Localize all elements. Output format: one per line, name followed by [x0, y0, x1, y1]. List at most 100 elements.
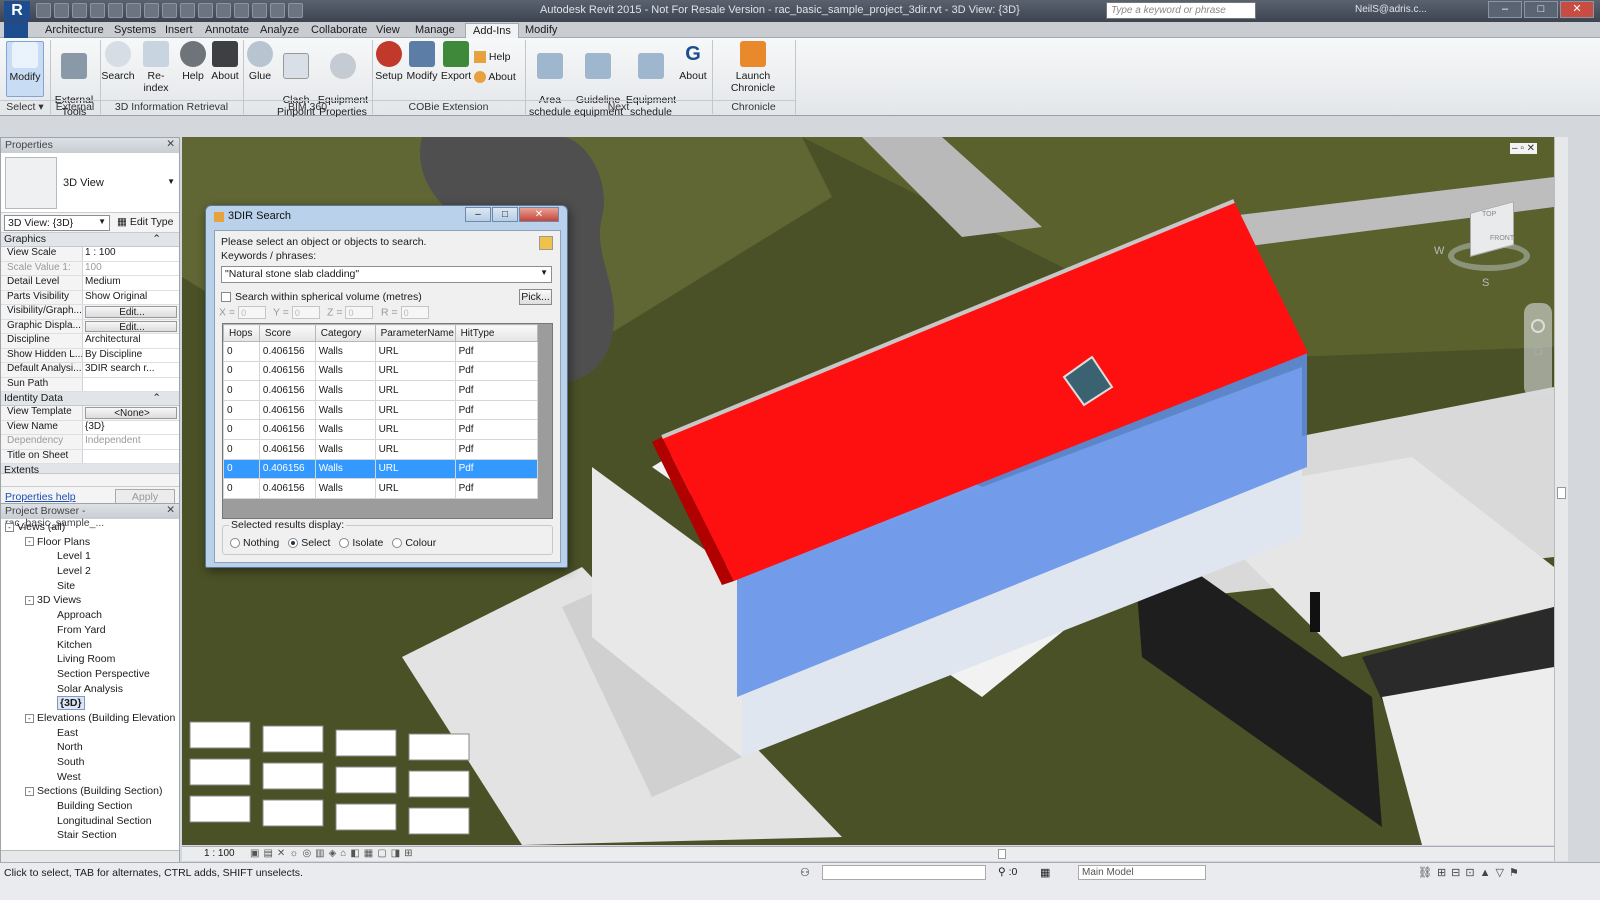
application-menu-button[interactable]	[4, 22, 28, 38]
column-header[interactable]: HitType	[454, 324, 539, 342]
keywords-combobox[interactable]: "Natural stone slab cladding" ▼	[221, 266, 552, 283]
modify-button[interactable]: Modify	[6, 41, 44, 97]
property-value[interactable]	[83, 377, 179, 391]
tree-item[interactable]: Section Perspective	[1, 668, 179, 683]
x-field[interactable]: X =	[219, 306, 267, 319]
minimize-button[interactable]: –	[1488, 1, 1522, 18]
collapse-icon[interactable]: -	[25, 596, 34, 606]
workset-dropdown[interactable]	[822, 865, 986, 880]
property-row[interactable]: View Scale 1 : 100	[1, 247, 179, 262]
cobie-modify-button[interactable]: Modify	[405, 41, 439, 82]
select-group-label[interactable]: Select ▾	[0, 100, 50, 114]
selection-filter-icons[interactable]: ⛓⊞⊟⊡▲▽⚑	[1418, 866, 1524, 879]
user-account[interactable]: NeilS@adris.c...	[1355, 4, 1427, 15]
display-option-select[interactable]: Select	[288, 537, 330, 549]
type-selector[interactable]: 3D View ▼	[1, 153, 179, 213]
display-option-colour[interactable]: Colour	[392, 537, 436, 549]
collapse-icon[interactable]: -	[25, 537, 34, 547]
extents-group[interactable]: Extents	[1, 464, 179, 474]
property-edit-button[interactable]: Edit...	[85, 320, 177, 332]
close-icon[interactable]: ✕	[166, 138, 175, 150]
tree-item[interactable]: - Views (all)	[1, 521, 179, 536]
section-icon[interactable]	[234, 3, 249, 18]
tab-architecture[interactable]: Architecture	[38, 23, 111, 38]
redo-icon[interactable]	[108, 3, 123, 18]
column-header[interactable]: Hops	[223, 324, 260, 342]
launch-chronicle-button[interactable]: Launch Chronicle	[714, 41, 792, 94]
table-row[interactable]: 0 0.406156 Walls URL Pdf	[223, 360, 539, 382]
collapse-icon[interactable]: -	[25, 713, 34, 723]
close-button[interactable]: ✕	[1560, 1, 1594, 18]
property-row[interactable]: Scale Value 1: 100	[1, 261, 179, 276]
pick-button[interactable]: Pick...	[519, 289, 552, 305]
r-field[interactable]: R =	[381, 306, 429, 319]
editable-only-indicator[interactable]: ⚲ :0	[998, 866, 1017, 878]
tree-item[interactable]: -3D Views	[1, 594, 179, 609]
open-icon[interactable]	[36, 3, 51, 18]
dimension-icon[interactable]	[162, 3, 177, 18]
dialog-maximize-button[interactable]: □	[492, 207, 518, 222]
tree-item[interactable]: Site	[1, 580, 179, 595]
property-value[interactable]: Independent	[83, 435, 179, 449]
tree-item[interactable]: Approach	[1, 609, 179, 624]
close-icon[interactable]: ✕	[166, 504, 175, 516]
property-value[interactable]	[83, 449, 179, 463]
tab-insert[interactable]: Insert	[158, 23, 200, 38]
sync-icon[interactable]	[72, 3, 87, 18]
property-row[interactable]: Default Analysi... 3DIR search r...	[1, 363, 179, 378]
property-row[interactable]: View Name {3D}	[1, 420, 179, 435]
tab-collaborate[interactable]: Collaborate	[304, 23, 374, 38]
help-search-input[interactable]: Type a keyword or phrase	[1106, 2, 1256, 19]
tab-analyze[interactable]: Analyze	[253, 23, 306, 38]
property-row[interactable]: Graphic Displa... Edit...	[1, 319, 179, 334]
tree-item[interactable]: From Yard	[1, 624, 179, 639]
property-value[interactable]: By Discipline	[83, 348, 179, 362]
cobie-help-button[interactable]: Help	[474, 51, 520, 64]
measure-icon[interactable]	[144, 3, 159, 18]
viewcube-w-label[interactable]: W	[1434, 245, 1444, 257]
tree-item[interactable]: - Floor Plans	[1, 536, 179, 551]
close-hidden-icon[interactable]	[270, 3, 285, 18]
table-row[interactable]: 0 0.406156 Walls URL Pdf	[223, 341, 539, 362]
tab-manage[interactable]: Manage	[408, 23, 462, 38]
tree-item[interactable]: Building Section	[1, 800, 179, 815]
property-row[interactable]: Title on Sheet	[1, 449, 179, 464]
tree-item[interactable]: Solar Analysis	[1, 683, 179, 698]
maximize-button[interactable]: □	[1524, 1, 1558, 18]
design-options-icon[interactable]: ▦	[1040, 866, 1050, 879]
tree-item[interactable]: - Sections (Building Section)	[1, 785, 179, 800]
horizontal-scrollbar[interactable]	[1, 850, 179, 862]
property-value[interactable]: {3D}	[83, 420, 179, 434]
undo-icon[interactable]	[90, 3, 105, 18]
export-button[interactable]: Export	[440, 41, 472, 82]
property-row[interactable]: Parts Visibility Show Original	[1, 290, 179, 305]
view-cube[interactable]: TOP FRONT W S	[1432, 201, 1542, 297]
property-value[interactable]: 1 : 100	[83, 247, 179, 261]
cobie-about-button[interactable]: About	[474, 71, 520, 84]
view-selector-dropdown[interactable]: 3D View: {3D} ▼	[4, 215, 110, 231]
properties-help-link[interactable]: Properties help	[5, 491, 76, 503]
tab-modify[interactable]: Modify	[518, 23, 564, 38]
print-icon[interactable]	[126, 3, 141, 18]
dialog-minimize-button[interactable]: –	[465, 207, 491, 222]
tab-view[interactable]: View	[369, 23, 407, 38]
property-row[interactable]: Detail Level Medium	[1, 276, 179, 291]
y-field[interactable]: Y =	[273, 306, 320, 319]
tree-item[interactable]: West	[1, 771, 179, 786]
tab-add-ins[interactable]: Add-Ins	[465, 23, 519, 38]
property-row[interactable]: View Template <None>	[1, 406, 179, 421]
table-row[interactable]: 0 0.406156 Walls URL Pdf	[223, 478, 539, 499]
column-header[interactable]: Score	[258, 324, 316, 342]
tree-item[interactable]: South	[1, 756, 179, 771]
tree-item[interactable]: - Elevations (Building Elevation	[1, 712, 179, 727]
spherical-volume-checkbox[interactable]: Search within spherical volume (metres)	[221, 291, 422, 303]
property-row[interactable]: Visibility/Graph... Edit...	[1, 305, 179, 320]
graphics-group[interactable]: Graphics ⌃	[1, 233, 179, 247]
setup-button[interactable]: Setup	[373, 41, 405, 82]
property-value[interactable]: Show Original	[83, 290, 179, 304]
about-button[interactable]: About	[208, 41, 242, 82]
property-value[interactable]: Architectural	[83, 334, 179, 348]
property-row[interactable]: Dependency Independent	[1, 435, 179, 450]
viewcube-top-label[interactable]: TOP	[1482, 211, 1496, 218]
tree-item[interactable]: Living Room	[1, 653, 179, 668]
